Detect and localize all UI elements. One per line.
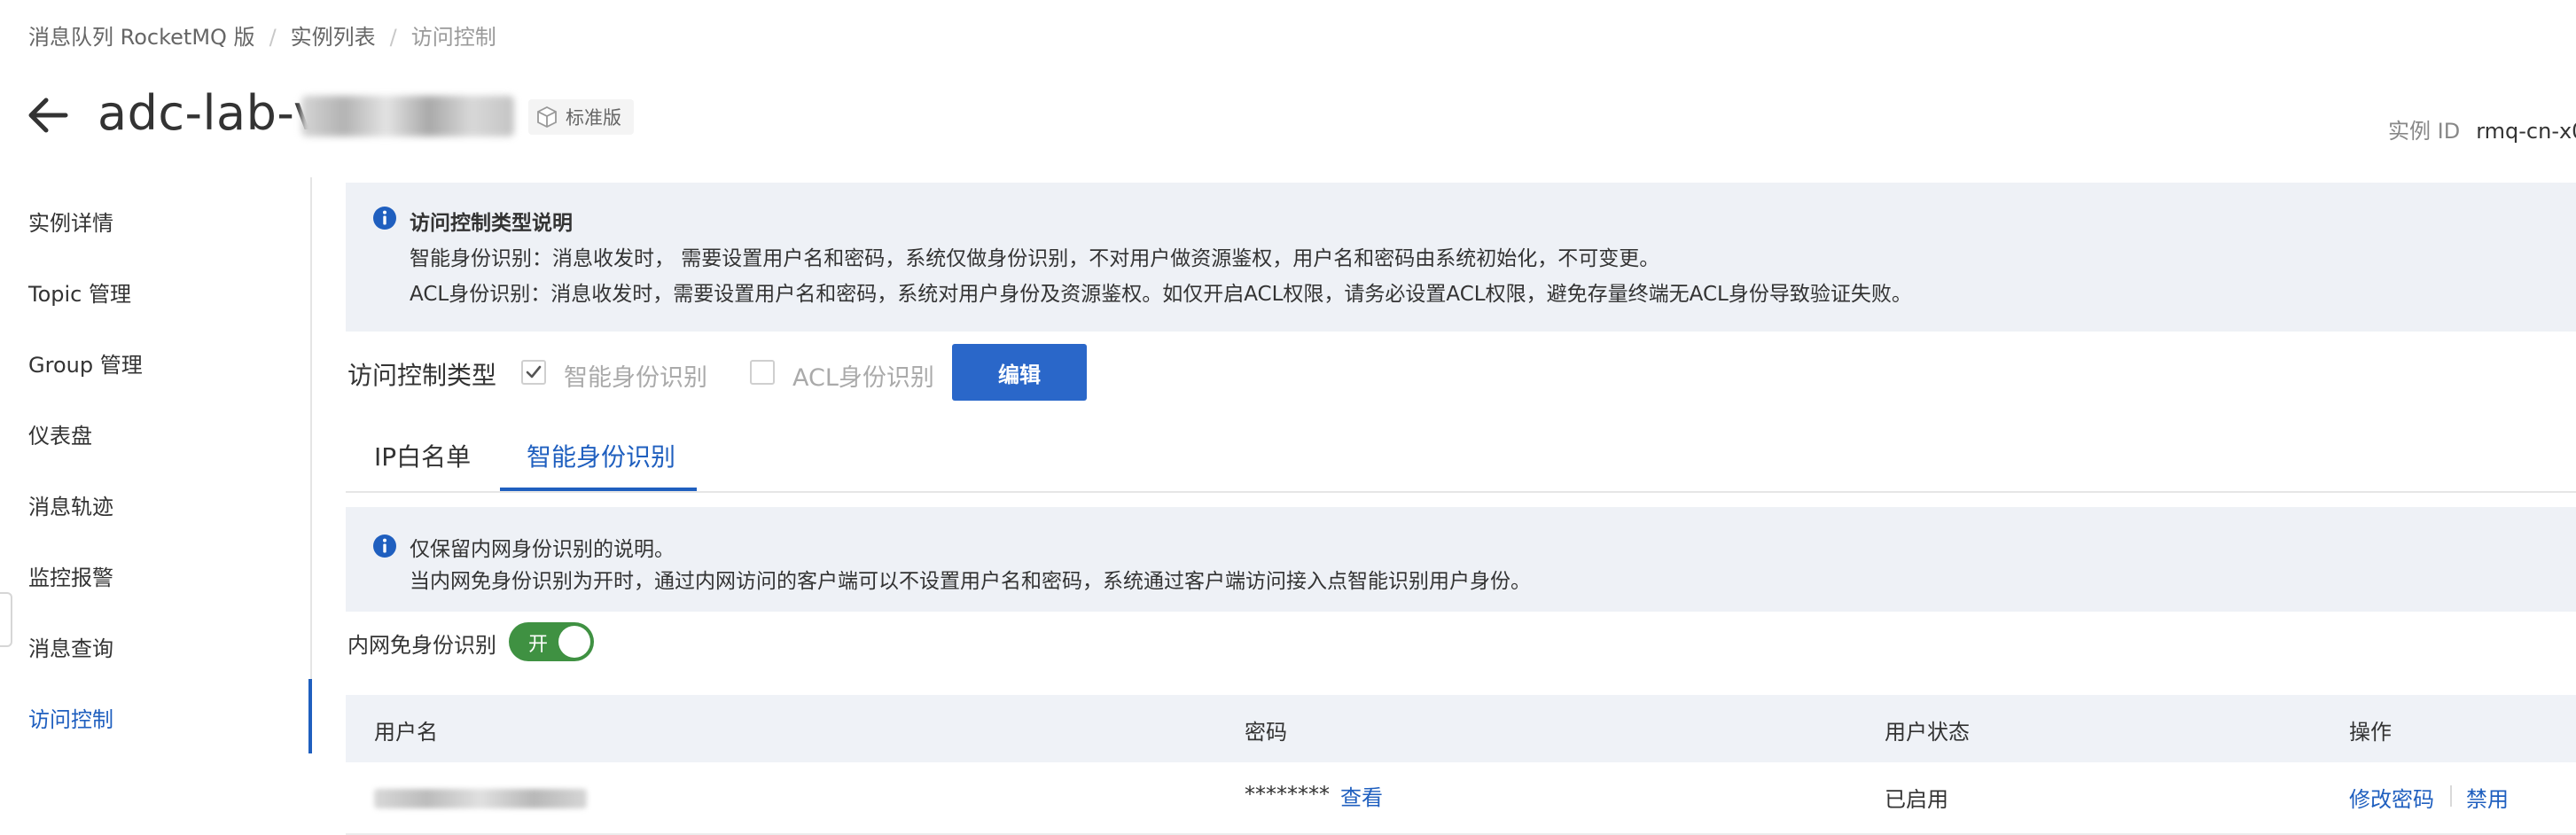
notice-acl-identity: ACL身份识别：消息收发时，需要设置用户名和密码，系统对用户身份及资源鉴权。如仅… (410, 283, 1912, 306)
user-status: 已启用 (1885, 787, 1948, 812)
disable-user-link[interactable]: 禁用 (2466, 782, 2509, 813)
password-masked: ******** (1245, 782, 1330, 807)
info-icon (373, 535, 396, 558)
instance-id: 实例 ID rmq-cn-x0 (2388, 113, 2576, 144)
access-control-type-label: 访问控制类型 (347, 361, 497, 390)
change-password-link[interactable]: 修改密码 (2349, 782, 2434, 813)
sidebar: 实例详情 Topic 管理 Group 管理 仪表盘 消息轨迹 监控报警 消息查… (0, 177, 312, 753)
toggle-knob (558, 626, 590, 658)
tab-bar: IP白名单 智能身份识别 (346, 417, 2576, 493)
table-row: ******** 查看 已启用 修改密码 禁用 (346, 762, 2576, 835)
sidebar-active-indicator (308, 679, 312, 753)
sidebar-item-group[interactable]: Group 管理 (28, 347, 143, 378)
username-redacted-blur (374, 789, 587, 808)
breadcrumb-separator: / (389, 25, 397, 50)
smart-identity-option-label: 智能身份识别 (564, 364, 707, 392)
action-separator (2450, 785, 2452, 807)
access-control-type-notice: 访问控制类型说明 智能身份识别：消息收发时， 需要设置用户名和密码，系统仅做身份… (346, 183, 2576, 332)
notice-title: 访问控制类型说明 (410, 212, 573, 235)
sidebar-item-message-query[interactable]: 消息查询 (28, 631, 113, 662)
acl-identity-option-label: ACL身份识别 (792, 364, 934, 392)
edition-label: 标准版 (566, 107, 621, 129)
tab-smart-identity[interactable]: 智能身份识别 (527, 438, 675, 473)
breadcrumb-instance-list[interactable]: 实例列表 (291, 25, 376, 50)
table-header: 用户名 密码 用户状态 操作 (346, 695, 2576, 762)
title-redacted-blur (301, 96, 514, 137)
toggle-state-text: 开 (528, 634, 549, 656)
acl-identity-checkbox[interactable] (750, 360, 775, 385)
smart-identity-checkbox[interactable] (521, 360, 546, 385)
instance-id-value: rmq-cn-x0 (2476, 119, 2576, 144)
sidebar-item-topic[interactable]: Topic 管理 (28, 277, 131, 308)
active-tab-underline (500, 488, 697, 491)
column-header-status: 用户状态 (1885, 720, 1970, 745)
intranet-identity-toggle[interactable]: 开 (509, 622, 594, 661)
sidebar-item-dashboard[interactable]: 仪表盘 (28, 418, 92, 449)
page-title: adc-lab-v (98, 85, 323, 141)
breadcrumb-rocketmq[interactable]: 消息队列 RocketMQ 版 (28, 25, 255, 50)
edition-badge: 标准版 (528, 99, 634, 135)
view-password-link[interactable]: 查看 (1340, 780, 1383, 811)
breadcrumb-current: 访问控制 (410, 25, 496, 50)
breadcrumb: 消息队列 RocketMQ 版 / 实例列表 / 访问控制 (28, 20, 496, 51)
notice-line-2: 当内网免身份识别为开时，通过内网访问的客户端可以不设置用户名和密码，系统通过客户… (410, 570, 1531, 593)
tab-ip-whitelist[interactable]: IP白名单 (374, 438, 471, 473)
notice-smart-identity: 智能身份识别：消息收发时， 需要设置用户名和密码，系统仅做身份识别，不对用户做资… (410, 247, 1660, 270)
box-icon (537, 105, 557, 129)
intranet-switch-label: 内网免身份识别 (347, 633, 496, 658)
sidebar-item-message-trace[interactable]: 消息轨迹 (28, 489, 113, 520)
sidebar-item-access-control[interactable]: 访问控制 (28, 702, 113, 733)
info-icon (373, 207, 396, 230)
notice-line-1: 仅保留内网身份识别的说明。 (410, 538, 675, 561)
instance-id-label: 实例 ID (2388, 119, 2461, 144)
sidebar-item-instance-details[interactable]: 实例详情 (28, 206, 113, 237)
column-header-actions: 操作 (2349, 720, 2392, 745)
sidebar-item-monitoring-alerts[interactable]: 监控报警 (28, 560, 113, 591)
sidebar-collapse-handle[interactable] (0, 592, 12, 647)
column-header-password: 密码 (1245, 720, 1287, 745)
column-header-username: 用户名 (374, 720, 438, 745)
breadcrumb-separator: / (269, 25, 277, 50)
checkmark-icon (526, 365, 542, 378)
edit-button[interactable]: 编辑 (952, 344, 1087, 401)
back-arrow-icon[interactable] (25, 92, 71, 138)
intranet-identity-notice: 仅保留内网身份识别的说明。 当内网免身份识别为开时，通过内网访问的客户端可以不设… (346, 507, 2576, 612)
